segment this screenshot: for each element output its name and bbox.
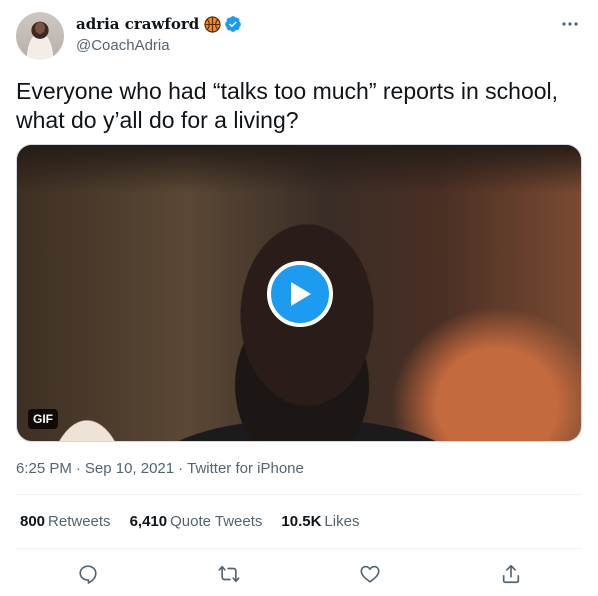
reply-icon [79, 565, 97, 584]
meta-separator: · [178, 460, 184, 477]
tweet-source[interactable]: Twitter for iPhone [187, 460, 304, 477]
share-button[interactable] [497, 560, 525, 588]
retweets-count: 800 [20, 513, 46, 530]
action-bar [16, 556, 582, 592]
share-icon [502, 564, 520, 584]
meta-separator: · [75, 460, 81, 477]
avatar-face [35, 22, 45, 34]
name-row: adria crawford [76, 14, 242, 34]
likes-stat[interactable]: 10.5K Likes [281, 513, 359, 530]
display-name[interactable]: adria crawford [76, 15, 199, 33]
tweet-date[interactable]: Sep 10, 2021 [85, 460, 174, 477]
reply-button[interactable] [74, 560, 102, 588]
handle[interactable]: @CoachAdria [76, 37, 242, 54]
tweet-text: Everyone who had “talks too much” report… [16, 78, 559, 133]
tweet-header: adria crawford @CoachAdria [76, 14, 242, 54]
retweet-icon [218, 565, 240, 583]
retweets-label: Retweets [48, 513, 111, 530]
likes-count: 10.5K [281, 513, 322, 530]
divider [16, 548, 582, 549]
avatar[interactable] [16, 12, 64, 60]
more-options-button[interactable] [558, 14, 582, 34]
quote-tweets-stat[interactable]: 6,410 Quote Tweets [130, 513, 263, 530]
likes-label: Likes [324, 513, 360, 530]
verified-icon [224, 15, 242, 33]
tweet-time[interactable]: 6:25 PM [16, 460, 72, 477]
more-icon [562, 22, 578, 26]
play-button[interactable] [267, 261, 333, 327]
divider [16, 494, 582, 495]
like-icon [360, 565, 380, 583]
retweets-stat[interactable]: 800 Retweets [20, 513, 111, 530]
play-icon [291, 282, 311, 306]
quote-tweets-label: Quote Tweets [170, 513, 263, 530]
retweet-button[interactable] [215, 560, 243, 588]
like-button[interactable] [356, 560, 384, 588]
basketball-icon [204, 15, 221, 33]
gif-media[interactable]: GIF [16, 144, 582, 442]
quote-tweets-count: 6,410 [129, 513, 168, 530]
media-shade [17, 145, 581, 193]
gif-badge: GIF [28, 409, 58, 429]
tweet-meta: 6:25 PM · Sep 10, 2021 · Twitter for iPh… [16, 460, 304, 477]
engagement-stats: 800 Retweets 6,410 Quote Tweets 10.5K Likes [20, 513, 378, 530]
